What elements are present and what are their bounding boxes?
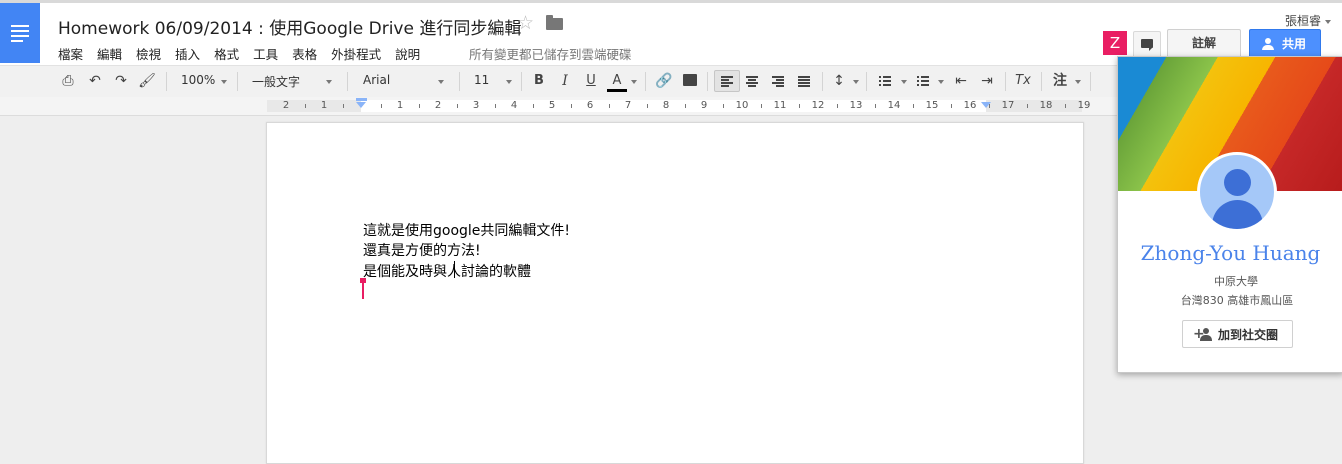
- folder-icon[interactable]: [546, 15, 563, 30]
- ruler-number: 10: [735, 100, 749, 111]
- menu-table[interactable]: 表格: [292, 44, 317, 63]
- ruler-number: 3: [472, 100, 480, 111]
- ruler-number: 11: [773, 100, 787, 111]
- save-status[interactable]: 所有變更都已儲存到雲端硬碟: [469, 44, 632, 63]
- collaborator-avatar[interactable]: Z: [1103, 31, 1127, 55]
- ruler-number: 9: [700, 100, 708, 111]
- comments-button[interactable]: 註解: [1167, 29, 1241, 58]
- menu-format[interactable]: 格式: [214, 44, 239, 63]
- ruler-number: 2: [434, 100, 442, 111]
- add-to-circles-label: 加到社交圈: [1218, 328, 1279, 342]
- font-size-select[interactable]: 11: [474, 73, 489, 87]
- text-cursor: [454, 261, 455, 278]
- account-menu[interactable]: 張桓睿: [1285, 12, 1331, 29]
- menu-view[interactable]: 檢視: [136, 44, 161, 63]
- ruler-number: 15: [925, 100, 939, 111]
- profile-name[interactable]: Zhong-You Huang: [1118, 241, 1342, 265]
- ruler-number: 17: [1001, 100, 1015, 111]
- text-color-button[interactable]: A: [607, 72, 627, 92]
- ruler-number: 8: [662, 100, 670, 111]
- ruler-number: 2: [282, 100, 290, 111]
- paint-format-icon[interactable]: 🖌: [137, 72, 157, 90]
- style-select[interactable]: 一般文字: [252, 73, 300, 90]
- document-line[interactable]: 這就是使用google共同編輯文件!: [363, 220, 570, 240]
- ruler-number: 18: [1039, 100, 1053, 111]
- document-page[interactable]: 這就是使用google共同編輯文件! 還真是方便的方法! 是個能及時與人討論的軟…: [266, 122, 1084, 464]
- redo-icon[interactable]: ↷: [111, 72, 131, 90]
- ruler-number: 5: [548, 100, 556, 111]
- undo-icon[interactable]: ↶: [85, 72, 105, 90]
- font-select[interactable]: Arial: [363, 73, 390, 87]
- menu-tools[interactable]: 工具: [253, 44, 278, 63]
- profile-avatar[interactable]: [1197, 152, 1277, 232]
- person-icon: [1262, 38, 1276, 50]
- print-icon[interactable]: ⎙: [58, 72, 78, 90]
- ruler-number: 1: [320, 100, 328, 111]
- profile-location: 台灣830 高雄市鳳山區: [1180, 294, 1294, 307]
- input-tools-button[interactable]: 注: [1050, 72, 1070, 90]
- ruler-number: 12: [811, 100, 825, 111]
- first-line-indent-marker[interactable]: [356, 98, 367, 101]
- zoom-select[interactable]: 100%: [181, 73, 215, 87]
- ruler-number: 1: [396, 100, 404, 111]
- profile-organization: 中原大學: [1214, 275, 1258, 288]
- share-button-label: 共用: [1282, 37, 1307, 51]
- add-person-icon: +: [1193, 327, 1213, 342]
- menu-insert[interactable]: 插入: [175, 44, 200, 63]
- ruler-number: 7: [624, 100, 632, 111]
- justify-button[interactable]: [794, 72, 814, 90]
- share-button[interactable]: 共用: [1249, 29, 1321, 58]
- numbered-list-icon[interactable]: [875, 72, 895, 90]
- decrease-indent-icon[interactable]: ⇤: [951, 72, 971, 90]
- increase-indent-icon[interactable]: ⇥: [977, 72, 997, 90]
- italic-button[interactable]: I: [555, 72, 575, 90]
- left-indent-marker[interactable]: [356, 102, 366, 108]
- ruler-number: 4: [510, 100, 518, 111]
- align-right-button[interactable]: [768, 72, 788, 90]
- comment-icon[interactable]: [680, 72, 700, 90]
- clear-formatting-button[interactable]: Tx: [1013, 72, 1033, 90]
- align-center-button[interactable]: [742, 72, 762, 90]
- profile-card: Zhong-You Huang 中原大學 台灣830 高雄市鳳山區 + 加到社交…: [1117, 56, 1342, 373]
- text-color-swatch: [607, 89, 627, 92]
- menu-help[interactable]: 說明: [395, 44, 420, 63]
- collaborator-cursor: [360, 278, 366, 299]
- ruler-number: 19: [1077, 100, 1091, 111]
- underline-button[interactable]: U: [581, 72, 601, 90]
- menu-file[interactable]: 檔案: [58, 44, 83, 63]
- star-icon[interactable]: ☆: [517, 12, 534, 34]
- menu-edit[interactable]: 編輯: [97, 44, 122, 63]
- document-line[interactable]: 還真是方便的方法!: [363, 240, 481, 260]
- document-title[interactable]: Homework 06/09/2014 : 使用Google Drive 進行同…: [58, 14, 521, 39]
- ruler-number: 16: [963, 100, 977, 111]
- align-left-button[interactable]: [714, 70, 740, 92]
- line-spacing-icon[interactable]: ↕: [829, 72, 849, 90]
- add-to-circles-button[interactable]: + 加到社交圈: [1182, 320, 1293, 348]
- menu-bar: 檔案 編輯 檢視 插入 格式 工具 表格 外掛程式 說明: [58, 44, 434, 63]
- bold-button[interactable]: B: [529, 72, 549, 90]
- document-line[interactable]: 是個能及時與人討論的軟體: [363, 261, 531, 281]
- text-color-label: A: [612, 73, 622, 88]
- ruler-number: 14: [887, 100, 901, 111]
- bulleted-list-icon[interactable]: [913, 72, 933, 90]
- ruler-number: 13: [849, 100, 863, 111]
- link-icon[interactable]: 🔗: [654, 72, 674, 90]
- chat-icon[interactable]: [1133, 31, 1161, 58]
- menu-addons[interactable]: 外掛程式: [331, 44, 381, 63]
- docs-logo-icon[interactable]: [0, 3, 40, 63]
- ruler-number: 6: [586, 100, 594, 111]
